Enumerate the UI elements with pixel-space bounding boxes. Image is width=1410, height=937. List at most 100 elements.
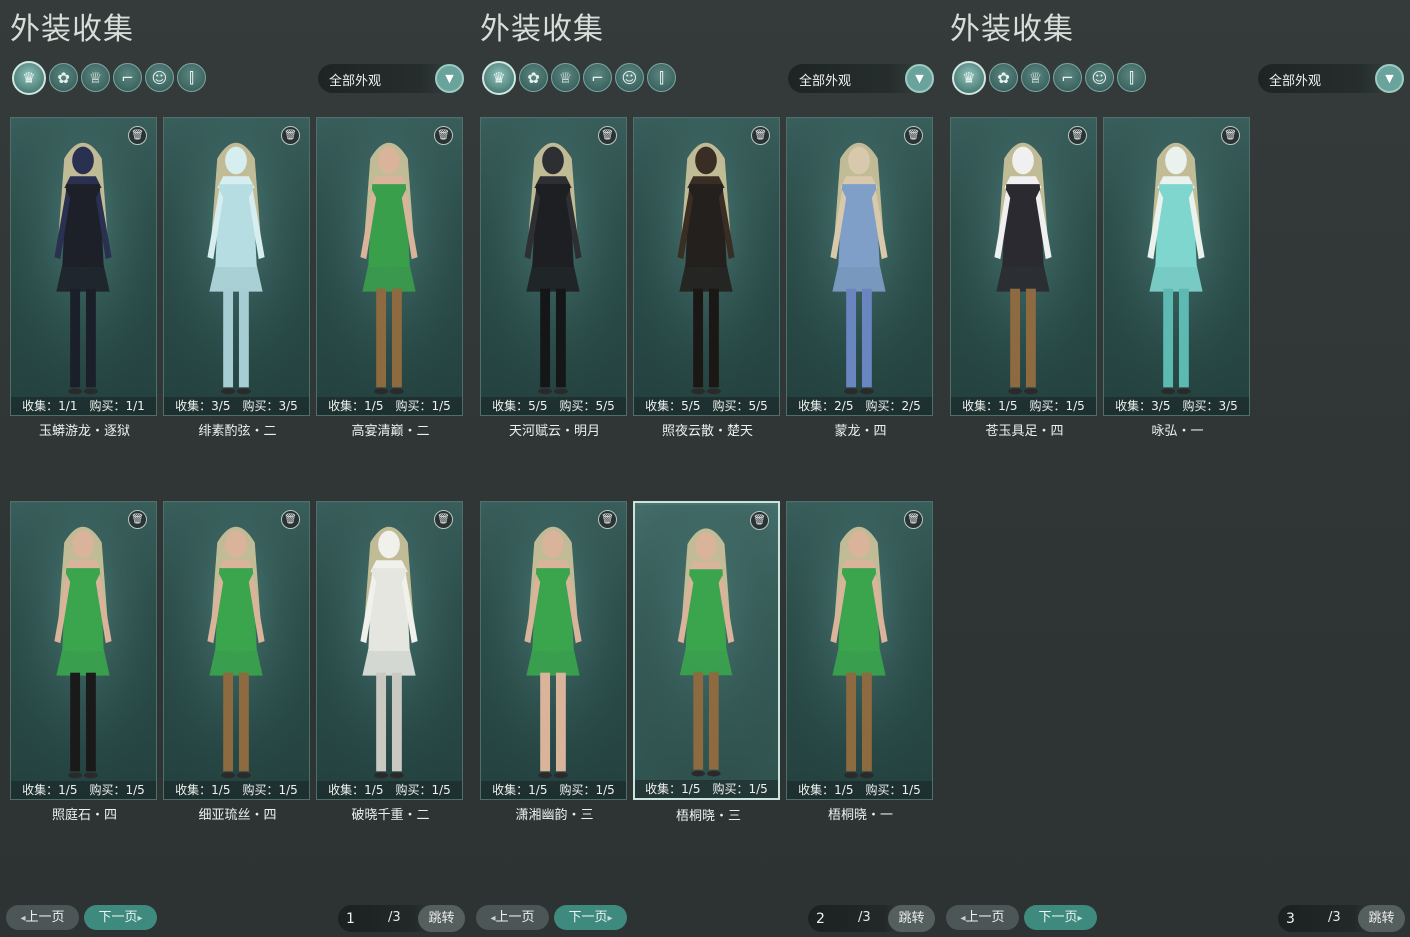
- page-number-input[interactable]: [1286, 909, 1322, 928]
- trash-icon[interactable]: 🗑: [128, 510, 147, 529]
- trash-icon[interactable]: 🗑: [904, 510, 923, 529]
- next-page-button[interactable]: 下一页▸: [84, 905, 157, 930]
- collect-purchase-stats: 收集：2/5 购买：2/5: [787, 397, 932, 415]
- collect-purchase-stats: 收集：1/1 购买：1/1: [11, 397, 156, 415]
- mask-icon[interactable]: ☺: [615, 63, 644, 92]
- panel-title: 外装收集: [10, 12, 134, 47]
- jump-button[interactable]: 跳转: [1358, 905, 1405, 932]
- chevron-right-icon: ▸: [137, 913, 143, 924]
- outfit-card[interactable]: 🗑 收集：1/5 购买：1/5 细亚琉丝・四: [163, 501, 310, 823]
- mask-icon[interactable]: ☺: [145, 63, 174, 92]
- outfit-card[interactable]: 🗑 收集：1/5 购买：1/5 梧桐晓・一: [786, 501, 933, 823]
- outfit-card[interactable]: 🗑 收集：3/5 购买：3/5 绯素酌弦・二: [163, 117, 310, 439]
- outfit-card[interactable]: 🗑 收集：5/5 购买：5/5 天河赋云・明月: [480, 117, 627, 439]
- outfit-name: 潇湘幽韵・三: [515, 808, 594, 823]
- top-icon[interactable]: ♕: [551, 63, 580, 92]
- collection-panel: 外装收集 ♛ ✿ ♕ ⌐ ☺ ⫿ 全部外观 ▼ 🗑 收集：5/5 购买：5/5 天河赋云・明月 🗑 收集：…: [470, 0, 940, 937]
- collect-purchase-stats: 收集：1/5 购买：1/5: [164, 781, 309, 799]
- outfit-card[interactable]: 🗑 收集：2/5 购买：2/5 蒙龙・四: [786, 117, 933, 439]
- prev-page-label: 上一页: [25, 910, 65, 925]
- trash-icon[interactable]: 🗑: [434, 510, 453, 529]
- next-page-label: 下一页: [568, 910, 608, 925]
- trash-icon[interactable]: 🗑: [281, 126, 300, 145]
- outfit-icon[interactable]: ♛: [12, 61, 46, 95]
- hairstyle-icon[interactable]: ✿: [519, 63, 548, 92]
- page-total: /3: [858, 910, 871, 925]
- outfit-card[interactable]: 🗑 收集：1/1 购买：1/1 玉蟒游龙・逐狱: [10, 117, 157, 439]
- next-page-label: 下一页: [1038, 910, 1078, 925]
- chevron-down-icon: ▼: [435, 64, 464, 93]
- outfit-name: 咏弘・一: [1151, 424, 1204, 439]
- trash-icon[interactable]: 🗑: [281, 510, 300, 529]
- trash-icon[interactable]: 🗑: [598, 126, 617, 145]
- chevron-down-icon: ▼: [1375, 64, 1404, 93]
- prev-page-button[interactable]: ◂上一页: [6, 905, 79, 930]
- trash-icon[interactable]: 🗑: [904, 126, 923, 145]
- outfit-icon[interactable]: ♛: [482, 61, 516, 95]
- shoe-icon[interactable]: ⌐: [583, 63, 612, 92]
- outfit-card[interactable]: 🗑 收集：1/5 购买：1/5 照庭石・四: [10, 501, 157, 823]
- outfit-name: 蒙龙・四: [834, 424, 887, 439]
- hairstyle-icon[interactable]: ✿: [989, 63, 1018, 92]
- collect-purchase-stats: 收集：1/5 购买：1/5: [317, 781, 462, 799]
- panel-title: 外装收集: [950, 12, 1074, 47]
- trash-icon[interactable]: 🗑: [1221, 126, 1240, 145]
- outfit-icon[interactable]: ♛: [952, 61, 986, 95]
- prev-page-button[interactable]: ◂上一页: [476, 905, 549, 930]
- trash-icon[interactable]: 🗑: [434, 126, 453, 145]
- chevron-right-icon: ▸: [607, 913, 613, 924]
- outfit-name: 细亚琉丝・四: [198, 808, 277, 823]
- outfit-card[interactable]: 🗑 收集：1/5 购买：1/5 破晓千重・二: [316, 501, 463, 823]
- trash-icon[interactable]: 🗑: [750, 511, 769, 530]
- outfit-name: 天河赋云・明月: [508, 424, 600, 439]
- outfit-name: 高宴清巅・二: [351, 424, 430, 439]
- chevron-left-icon: ◂: [490, 913, 496, 924]
- category-filter-row: ♛ ✿ ♕ ⌐ ☺ ⫿: [952, 61, 1146, 95]
- top-icon[interactable]: ♕: [81, 63, 110, 92]
- pants-icon[interactable]: ⫿: [177, 63, 206, 92]
- dropdown-label: 全部外观: [329, 74, 382, 89]
- jump-button[interactable]: 跳转: [418, 905, 465, 932]
- page-number-input[interactable]: [346, 909, 382, 928]
- prev-page-label: 上一页: [495, 910, 535, 925]
- category-filter-row: ♛ ✿ ♕ ⌐ ☺ ⫿: [482, 61, 676, 95]
- shoe-icon[interactable]: ⌐: [1053, 63, 1082, 92]
- trash-icon[interactable]: 🗑: [1068, 126, 1087, 145]
- collection-panel: 外装收集 ♛ ✿ ♕ ⌐ ☺ ⫿ 全部外观 ▼ 🗑 收集：1/5 购买：1/5 苍玉具足・四 🗑 收集：3…: [940, 0, 1410, 937]
- appearance-filter-dropdown[interactable]: 全部外观 ▼: [788, 64, 934, 93]
- collect-purchase-stats: 收集：1/5 购买：1/5: [787, 781, 932, 799]
- outfit-name: 玉蟒游龙・逐狱: [38, 424, 130, 439]
- hairstyle-icon[interactable]: ✿: [49, 63, 78, 92]
- outfit-name: 照夜云散・楚天: [661, 424, 753, 439]
- trash-icon[interactable]: 🗑: [128, 126, 147, 145]
- collect-purchase-stats: 收集：1/5 购买：1/5: [635, 780, 778, 798]
- page-jumper: /3 跳转: [808, 905, 935, 932]
- outfit-name: 绯素酌弦・二: [198, 424, 277, 439]
- collect-purchase-stats: 收集：3/5 购买：3/5: [1104, 397, 1249, 415]
- page-number-input[interactable]: [816, 909, 852, 928]
- outfit-card[interactable]: 🗑 收集：1/5 购买：1/5 梧桐晓・三: [633, 501, 780, 824]
- collect-purchase-stats: 收集：5/5 购买：5/5: [634, 397, 779, 415]
- next-page-button[interactable]: 下一页▸: [554, 905, 627, 930]
- appearance-filter-dropdown[interactable]: 全部外观 ▼: [1258, 64, 1404, 93]
- mask-icon[interactable]: ☺: [1085, 63, 1114, 92]
- pants-icon[interactable]: ⫿: [647, 63, 676, 92]
- trash-icon[interactable]: 🗑: [598, 510, 617, 529]
- prev-page-button[interactable]: ◂上一页: [946, 905, 1019, 930]
- outfit-card[interactable]: 🗑 收集：1/5 购买：1/5 潇湘幽韵・三: [480, 501, 627, 823]
- top-icon[interactable]: ♕: [1021, 63, 1050, 92]
- outfit-card[interactable]: 🗑 收集：3/5 购买：3/5 咏弘・一: [1103, 117, 1250, 439]
- chevron-left-icon: ◂: [20, 913, 26, 924]
- outfit-card[interactable]: 🗑 收集：1/5 购买：1/5 苍玉具足・四: [950, 117, 1097, 439]
- outfit-card[interactable]: 🗑 收集：5/5 购买：5/5 照夜云散・楚天: [633, 117, 780, 439]
- page-jumper: /3 跳转: [1278, 905, 1405, 932]
- appearance-filter-dropdown[interactable]: 全部外观 ▼: [318, 64, 464, 93]
- outfit-card[interactable]: 🗑 收集：1/5 购买：1/5 高宴清巅・二: [316, 117, 463, 439]
- outfit-name: 破晓千重・二: [351, 808, 430, 823]
- pants-icon[interactable]: ⫿: [1117, 63, 1146, 92]
- chevron-left-icon: ◂: [960, 913, 966, 924]
- next-page-button[interactable]: 下一页▸: [1024, 905, 1097, 930]
- shoe-icon[interactable]: ⌐: [113, 63, 142, 92]
- trash-icon[interactable]: 🗑: [751, 126, 770, 145]
- jump-button[interactable]: 跳转: [888, 905, 935, 932]
